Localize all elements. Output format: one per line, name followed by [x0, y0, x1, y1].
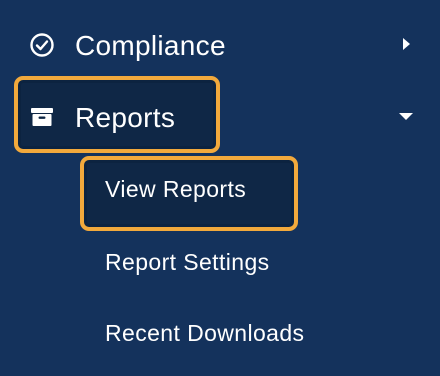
sidebar-subitem-label: View Reports	[105, 176, 247, 202]
sidebar-subitem-label: Report Settings	[105, 249, 270, 275]
archive-box-icon	[29, 104, 55, 130]
check-circle-icon	[29, 32, 55, 58]
sidebar-item-label: Reports	[75, 102, 176, 133]
sidebar-nav: Compliance Reports View Reports Report S…	[0, 0, 440, 376]
sidebar-subitem-view-reports[interactable]: View Reports	[0, 165, 440, 213]
sidebar-item-label: Compliance	[75, 30, 226, 61]
sidebar-subitem-report-settings[interactable]: Report Settings	[0, 238, 440, 286]
sidebar-item-compliance[interactable]: Compliance	[0, 18, 440, 74]
sidebar-subitem-recent-downloads[interactable]: Recent Downloads	[0, 309, 440, 357]
caret-down-icon[interactable]	[398, 108, 414, 124]
sidebar-subitem-label: Recent Downloads	[105, 320, 305, 346]
sidebar-item-reports[interactable]: Reports	[0, 90, 440, 146]
chevron-right-icon[interactable]	[398, 36, 414, 52]
